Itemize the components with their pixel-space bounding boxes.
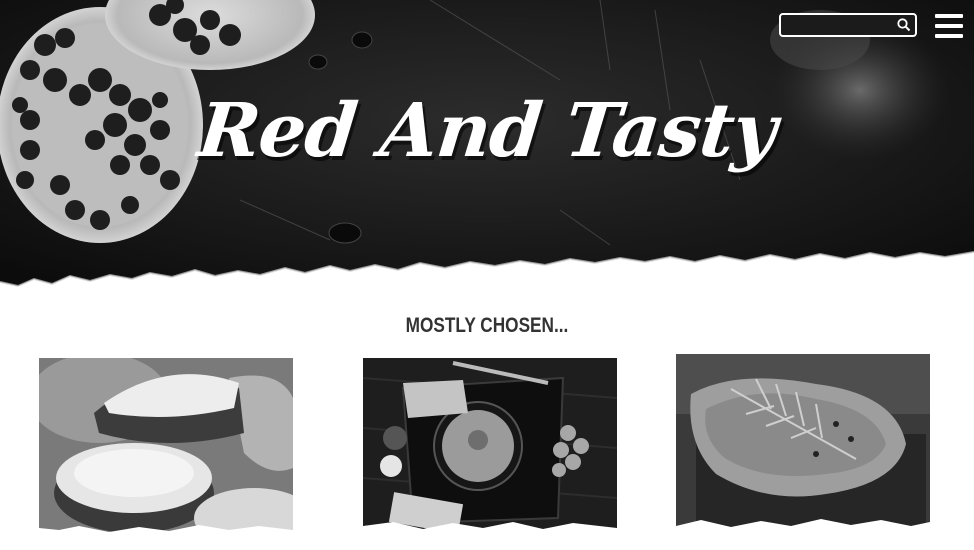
site-title: Red And Tasty: [194, 88, 780, 174]
search-icon[interactable]: [893, 15, 915, 35]
menu-bar-top: [935, 14, 963, 18]
search-input[interactable]: [781, 15, 893, 35]
search-box[interactable]: [779, 13, 917, 37]
section-title: MOSTLY CHOSEN...: [405, 314, 569, 337]
soup-photo[interactable]: [363, 358, 617, 534]
cookies-photo[interactable]: [39, 358, 293, 534]
hamburger-menu-icon[interactable]: [935, 14, 963, 38]
steak-photo[interactable]: [676, 354, 930, 532]
hero-banner: Red And Tasty: [0, 0, 974, 300]
menu-bar-bottom: [935, 34, 963, 38]
menu-bar-middle: [935, 24, 963, 28]
